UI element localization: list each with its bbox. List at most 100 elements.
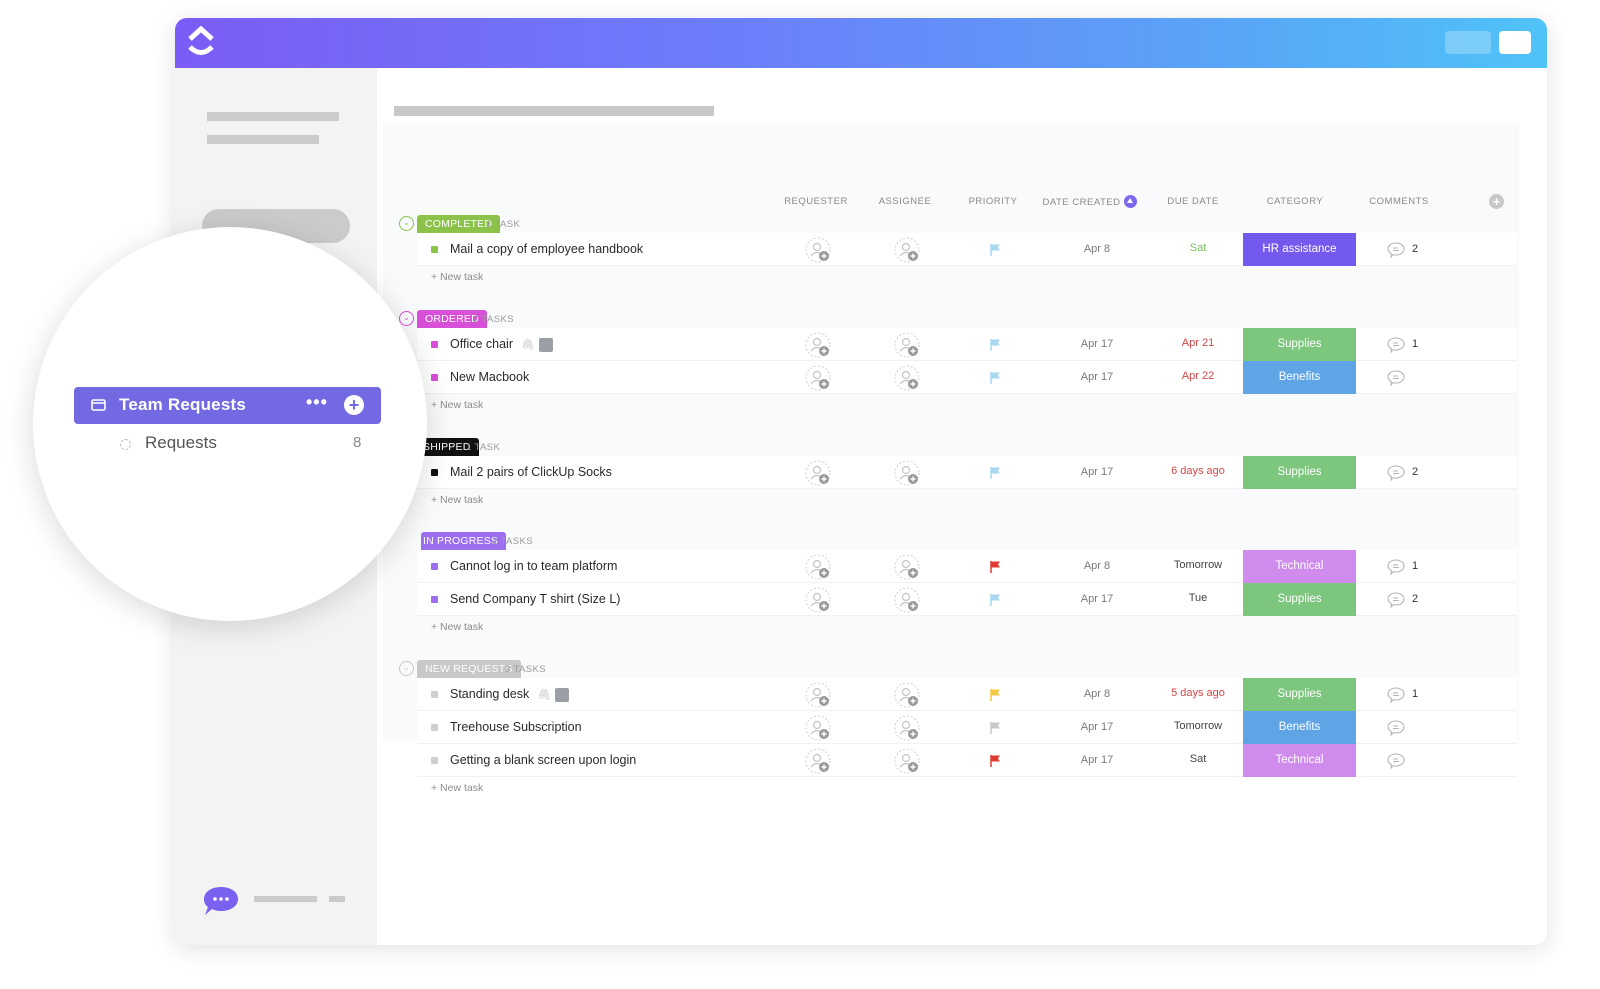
status-square[interactable] xyxy=(431,374,438,381)
task-name[interactable]: Getting a blank screen upon login xyxy=(450,753,636,767)
comment-icon[interactable] xyxy=(1387,370,1405,386)
attachment-thumbnail[interactable] xyxy=(555,687,570,702)
column-header-date-created[interactable]: DATE CREATED xyxy=(1035,195,1145,209)
more-options-icon[interactable]: ••• xyxy=(306,392,328,413)
status-square[interactable] xyxy=(431,691,438,698)
status-square[interactable] xyxy=(431,757,438,764)
new-task-button[interactable]: + New task xyxy=(431,266,1519,288)
add-requester-icon[interactable] xyxy=(805,554,831,580)
table-row[interactable]: Getting a blank screen upon login Apr 17… xyxy=(417,744,1517,777)
add-requester-icon[interactable] xyxy=(805,237,831,263)
table-row[interactable]: Mail 2 pairs of ClickUp Socks Apr 17 6 d… xyxy=(417,456,1517,489)
column-header-priority[interactable]: PRIORITY xyxy=(958,196,1028,207)
task-name[interactable]: New Macbook xyxy=(450,370,529,384)
category-badge[interactable]: Benefits xyxy=(1243,361,1356,394)
due-date[interactable]: 5 days ago xyxy=(1153,687,1243,699)
category-badge[interactable]: Supplies xyxy=(1243,678,1356,711)
add-assignee-icon[interactable] xyxy=(894,332,920,358)
comment-icon[interactable] xyxy=(1387,337,1405,353)
category-badge[interactable]: HR assistance xyxy=(1243,233,1356,266)
add-assignee-icon[interactable] xyxy=(894,682,920,708)
new-task-button[interactable]: + New task xyxy=(431,616,1519,638)
new-task-button[interactable]: + New task xyxy=(431,394,1519,416)
paperclip-icon[interactable]: 🖇 xyxy=(521,338,535,351)
task-name[interactable]: Cannot log in to team platform xyxy=(450,559,617,573)
category-badge[interactable]: Supplies xyxy=(1243,583,1356,616)
collapse-toggle-icon[interactable]: ⌄ xyxy=(399,216,414,231)
add-column-button[interactable]: + xyxy=(1489,194,1504,209)
priority-flag-icon[interactable] xyxy=(989,754,1003,768)
collapse-toggle-icon[interactable]: ⌄ xyxy=(399,311,414,326)
collapse-toggle-icon[interactable]: ⌄ xyxy=(399,661,414,676)
add-assignee-icon[interactable] xyxy=(894,237,920,263)
sidebar-subitem-requests[interactable]: Requests xyxy=(145,433,217,453)
status-square[interactable] xyxy=(431,469,438,476)
table-row[interactable]: Cannot log in to team platform Apr 8 Tom… xyxy=(417,550,1517,583)
task-name[interactable]: Treehouse Subscription xyxy=(450,720,582,734)
category-badge[interactable]: Technical xyxy=(1243,550,1356,583)
category-badge[interactable]: Technical xyxy=(1243,744,1356,777)
paperclip-icon[interactable]: 🖇 xyxy=(537,688,551,701)
column-header-category[interactable]: CATEGORY xyxy=(1255,196,1335,207)
status-square[interactable] xyxy=(431,724,438,731)
task-name[interactable]: Send Company T shirt (Size L) xyxy=(450,592,620,606)
add-requester-icon[interactable] xyxy=(805,365,831,391)
comment-icon[interactable] xyxy=(1387,592,1405,608)
due-date[interactable]: Sat xyxy=(1153,753,1243,765)
task-name[interactable]: Standing desk 🖇 xyxy=(450,687,570,702)
column-header-requester[interactable]: REQUESTER xyxy=(781,196,851,207)
comment-icon[interactable] xyxy=(1387,720,1405,736)
status-square[interactable] xyxy=(431,596,438,603)
chat-bubble-icon[interactable] xyxy=(202,885,240,917)
add-requester-icon[interactable] xyxy=(805,682,831,708)
priority-flag-icon[interactable] xyxy=(989,466,1003,480)
due-date[interactable]: Tomorrow xyxy=(1153,559,1243,571)
add-requester-icon[interactable] xyxy=(805,715,831,741)
status-square[interactable] xyxy=(431,563,438,570)
due-date[interactable]: Tomorrow xyxy=(1153,720,1243,732)
due-date[interactable]: 6 days ago xyxy=(1153,465,1243,477)
sort-ascending-icon[interactable] xyxy=(1124,195,1138,208)
column-header-comments[interactable]: COMMENTS xyxy=(1359,196,1439,207)
new-task-button[interactable]: + New task xyxy=(431,489,1519,511)
add-icon[interactable]: + xyxy=(344,395,364,415)
add-requester-icon[interactable] xyxy=(805,587,831,613)
top-bar-button[interactable] xyxy=(1445,31,1491,54)
add-requester-icon[interactable] xyxy=(805,332,831,358)
task-name[interactable]: Mail a copy of employee handbook xyxy=(450,242,643,256)
clickup-logo-icon[interactable] xyxy=(187,26,215,60)
category-badge[interactable]: Supplies xyxy=(1243,328,1356,361)
task-name[interactable]: Mail 2 pairs of ClickUp Socks xyxy=(450,465,612,479)
column-header-due-date[interactable]: DUE DATE xyxy=(1158,196,1228,207)
priority-flag-icon[interactable] xyxy=(989,243,1003,257)
sidebar-item-team-requests[interactable]: Team Requests ••• + xyxy=(74,387,381,424)
comment-icon[interactable] xyxy=(1387,559,1405,575)
table-row[interactable]: New Macbook Apr 17 Apr 22 Benefits xyxy=(417,361,1517,394)
task-name[interactable]: Office chair 🖇 xyxy=(450,337,553,352)
top-bar-button-primary[interactable] xyxy=(1499,31,1531,54)
category-badge[interactable]: Supplies xyxy=(1243,456,1356,489)
comment-icon[interactable] xyxy=(1387,753,1405,769)
priority-flag-icon[interactable] xyxy=(989,371,1003,385)
priority-flag-icon[interactable] xyxy=(989,688,1003,702)
table-row[interactable]: Office chair 🖇 Apr 17 Apr 21 Supplies 1 xyxy=(417,328,1517,361)
priority-flag-icon[interactable] xyxy=(989,721,1003,735)
table-row[interactable]: Send Company T shirt (Size L) Apr 17 Tue… xyxy=(417,583,1517,616)
table-row[interactable]: Treehouse Subscription Apr 17 Tomorrow B… xyxy=(417,711,1517,744)
add-assignee-icon[interactable] xyxy=(894,715,920,741)
add-requester-icon[interactable] xyxy=(805,748,831,774)
comment-icon[interactable] xyxy=(1387,242,1405,258)
table-row[interactable]: Mail a copy of employee handbook Apr 8 S… xyxy=(417,233,1517,266)
table-row[interactable]: Standing desk 🖇 Apr 8 5 days ago Supplies… xyxy=(417,678,1517,711)
column-header-assignee[interactable]: ASSIGNEE xyxy=(870,196,940,207)
due-date[interactable]: Apr 22 xyxy=(1153,370,1243,382)
add-assignee-icon[interactable] xyxy=(894,365,920,391)
add-assignee-icon[interactable] xyxy=(894,554,920,580)
category-badge[interactable]: Benefits xyxy=(1243,711,1356,744)
priority-flag-icon[interactable] xyxy=(989,338,1003,352)
priority-flag-icon[interactable] xyxy=(989,560,1003,574)
comment-icon[interactable] xyxy=(1387,465,1405,481)
due-date[interactable]: Sat xyxy=(1153,242,1243,254)
due-date[interactable]: Tue xyxy=(1153,592,1243,604)
status-square[interactable] xyxy=(431,341,438,348)
